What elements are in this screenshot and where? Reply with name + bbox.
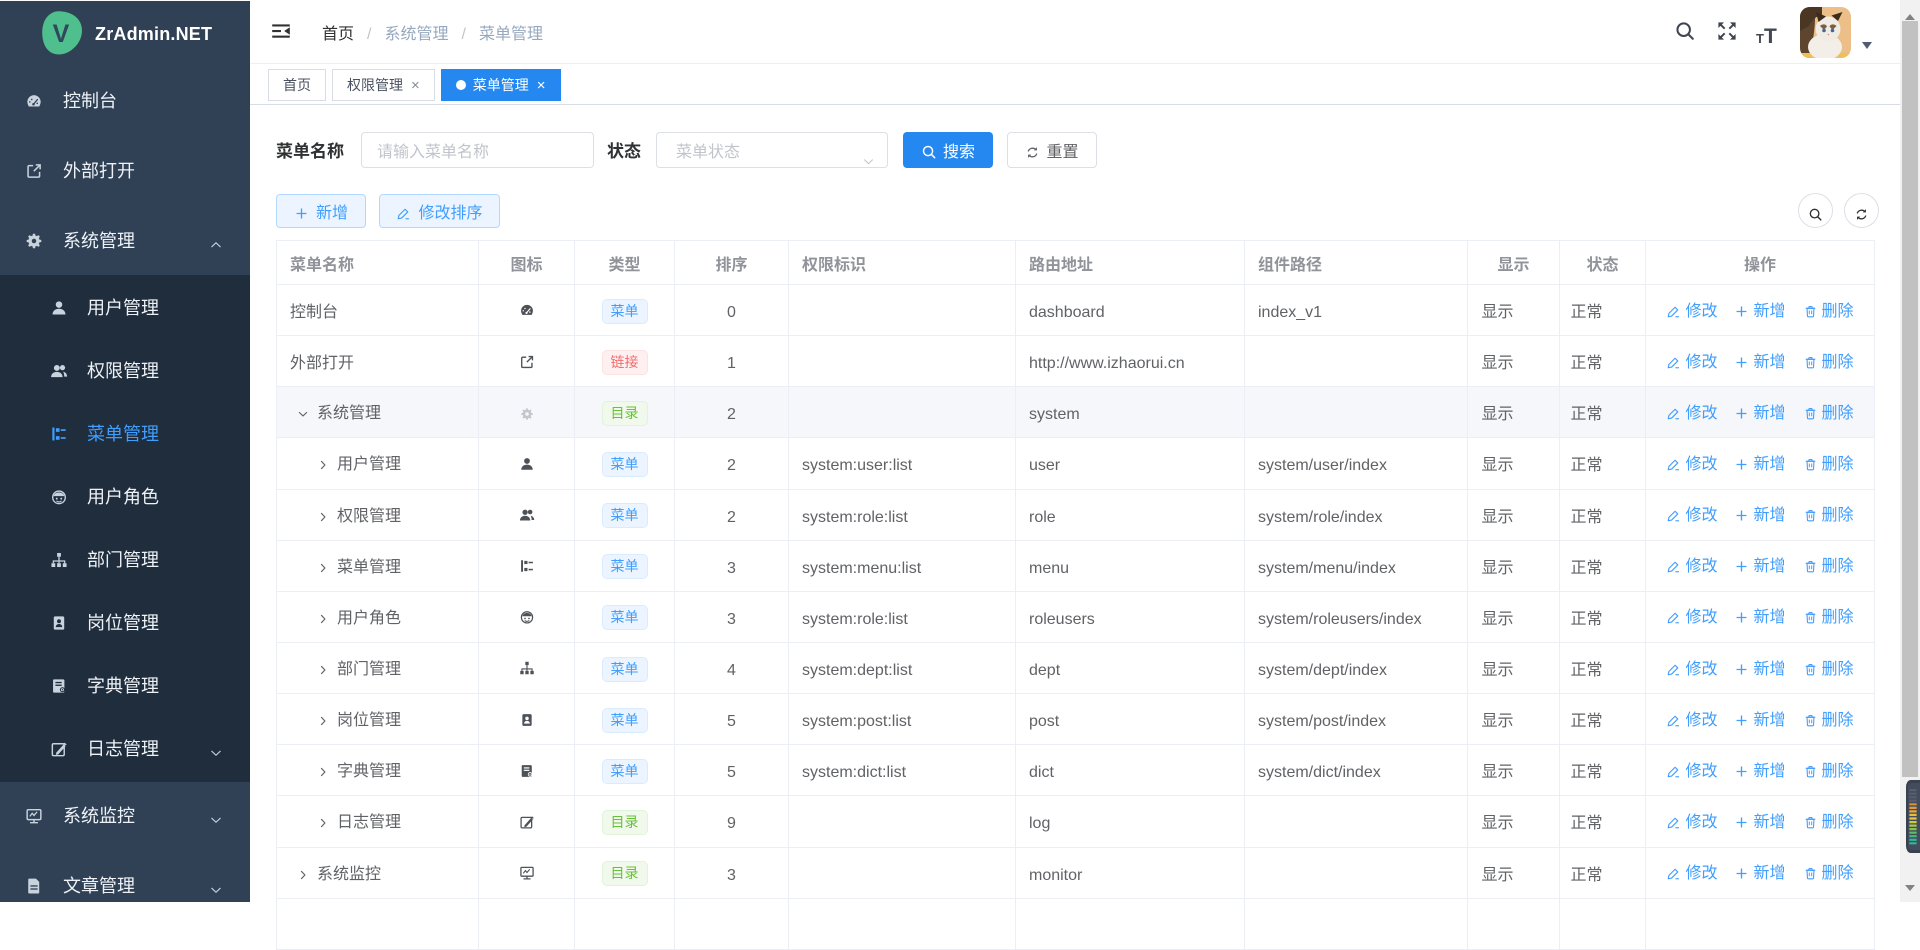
svg-text:V: V <box>53 20 70 48</box>
